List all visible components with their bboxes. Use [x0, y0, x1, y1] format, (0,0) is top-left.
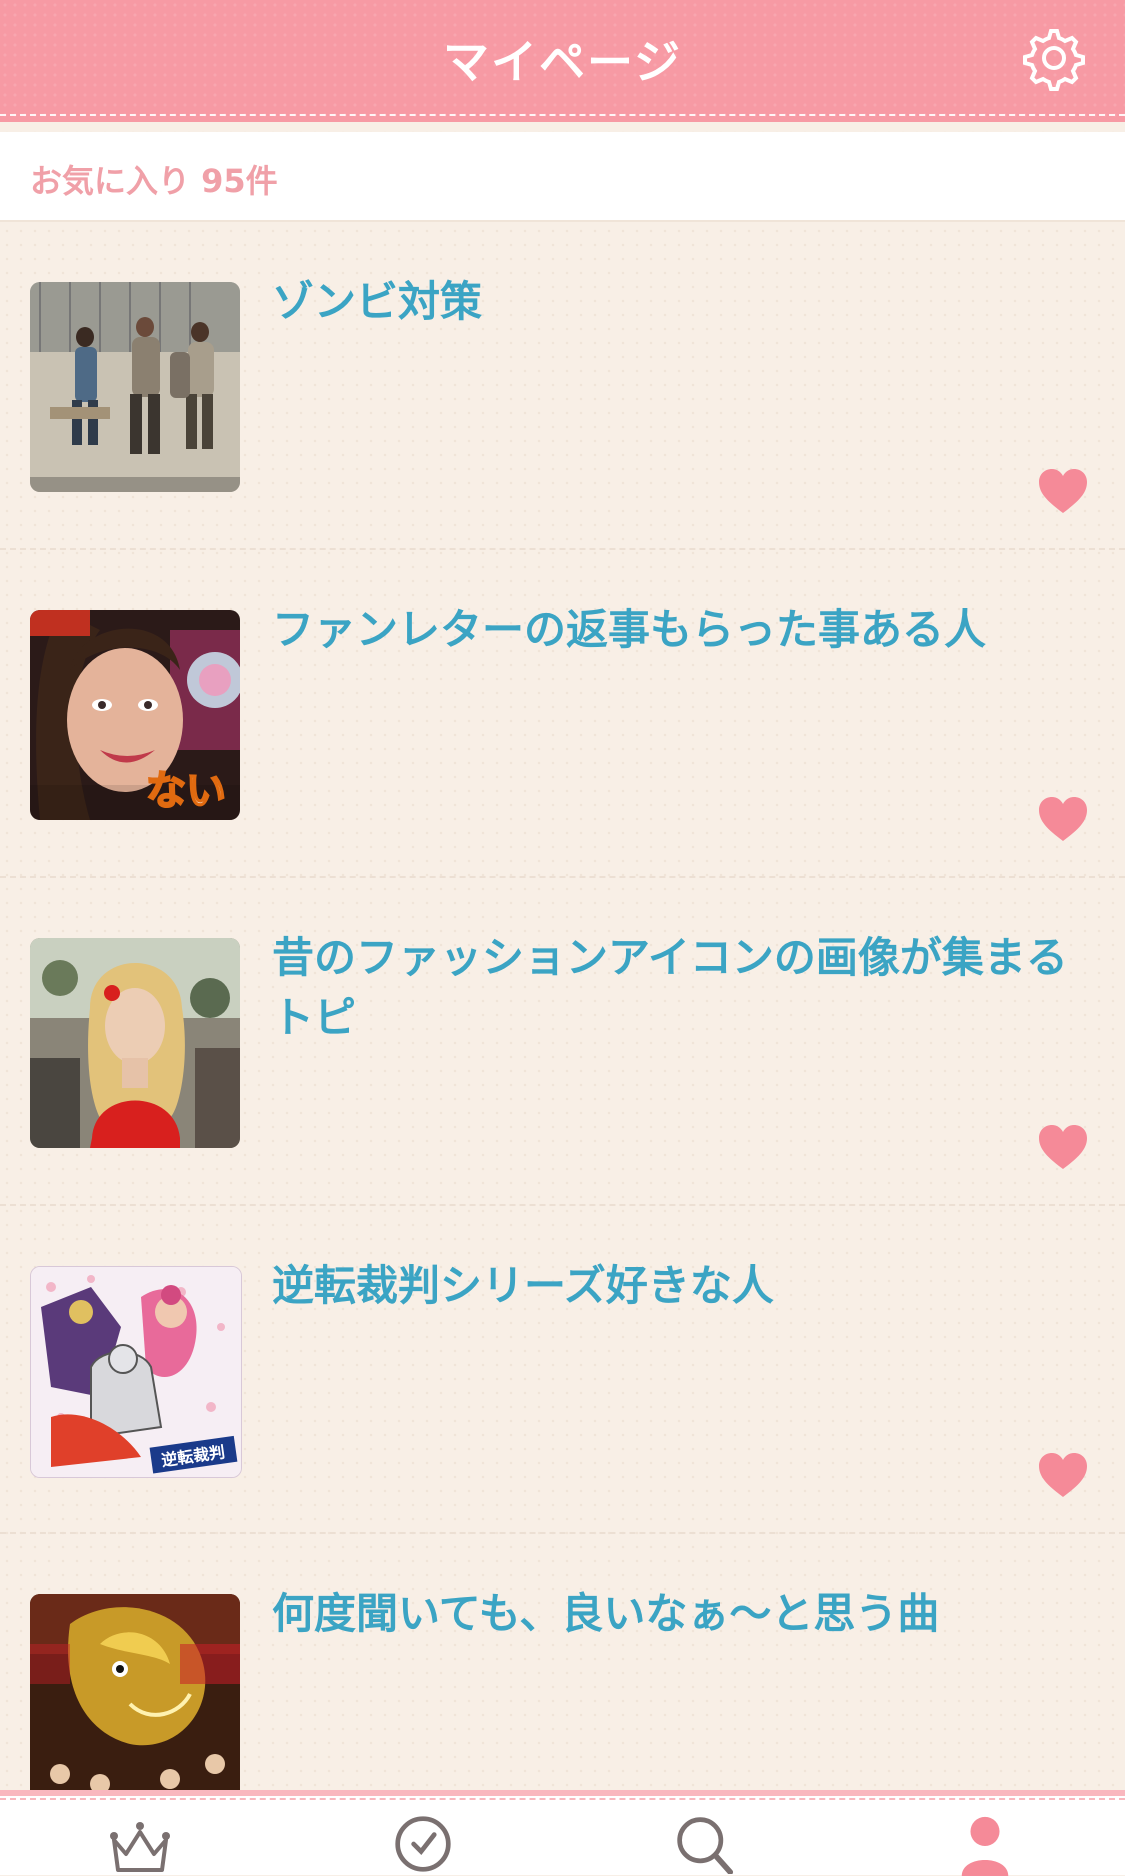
gear-icon: [1023, 29, 1085, 91]
heart-icon: [1039, 469, 1087, 513]
clock-icon: [395, 1816, 451, 1872]
list-item[interactable]: ない ファンレターの返事もらった事ある人: [0, 550, 1125, 878]
item-title[interactable]: 昔のファッションアイコンの画像が集まるトピ: [272, 928, 1092, 1048]
bottom-tab-bar: [0, 1790, 1125, 1876]
heart-icon: [1039, 1453, 1087, 1497]
thumbnail-golden-dragon[interactable]: [30, 1594, 240, 1804]
search-icon: [677, 1817, 734, 1874]
tab-search[interactable]: [664, 1814, 744, 1876]
thumbnail-anime-illustration[interactable]: 逆転裁判: [30, 1266, 242, 1478]
tab-mypage[interactable]: [945, 1814, 1025, 1876]
item-title[interactable]: ゾンビ対策: [272, 272, 1092, 332]
thumbnail-caption: ない: [145, 767, 227, 815]
settings-button[interactable]: [1021, 25, 1087, 91]
favorite-toggle[interactable]: [1037, 467, 1089, 515]
app-header: マイページ: [0, 0, 1125, 122]
page-title: マイページ: [442, 35, 683, 89]
list-item[interactable]: ゾンビ対策: [0, 222, 1125, 550]
thumbnail-zombie-scene[interactable]: [30, 282, 240, 492]
favorite-toggle[interactable]: [1037, 1451, 1089, 1499]
user-icon: [961, 1816, 1009, 1876]
thumbnail-smiling-woman[interactable]: ない: [30, 610, 240, 820]
tab-ranking[interactable]: [100, 1814, 180, 1876]
list-item[interactable]: 昔のファッションアイコンの画像が集まるトピ: [0, 878, 1125, 1206]
heart-icon: [1039, 1125, 1087, 1169]
heart-icon: [1039, 797, 1087, 841]
list-item[interactable]: 逆転裁判 逆転裁判シリーズ好きな人: [0, 1206, 1125, 1534]
item-title[interactable]: ファンレターの返事もらった事ある人: [272, 600, 1092, 660]
favorites-count-bar: お気に入り 95件: [0, 132, 1125, 222]
thumbnail-blonde-woman[interactable]: [30, 938, 240, 1148]
favorite-toggle[interactable]: [1037, 795, 1089, 843]
crown-icon: [110, 1822, 170, 1872]
item-title[interactable]: 逆転裁判シリーズ好きな人: [272, 1256, 1092, 1316]
item-title[interactable]: 何度聞いても、良いなぁ〜と思う曲: [272, 1584, 1092, 1644]
favorites-list: ゾンビ対策 ない ファンレターの返事もらった事ある人 昔のファッションアイコンの…: [0, 222, 1125, 1862]
favorite-toggle[interactable]: [1037, 1123, 1089, 1171]
tab-history[interactable]: [383, 1814, 463, 1876]
favorites-count: お気に入り 95件: [30, 162, 278, 200]
